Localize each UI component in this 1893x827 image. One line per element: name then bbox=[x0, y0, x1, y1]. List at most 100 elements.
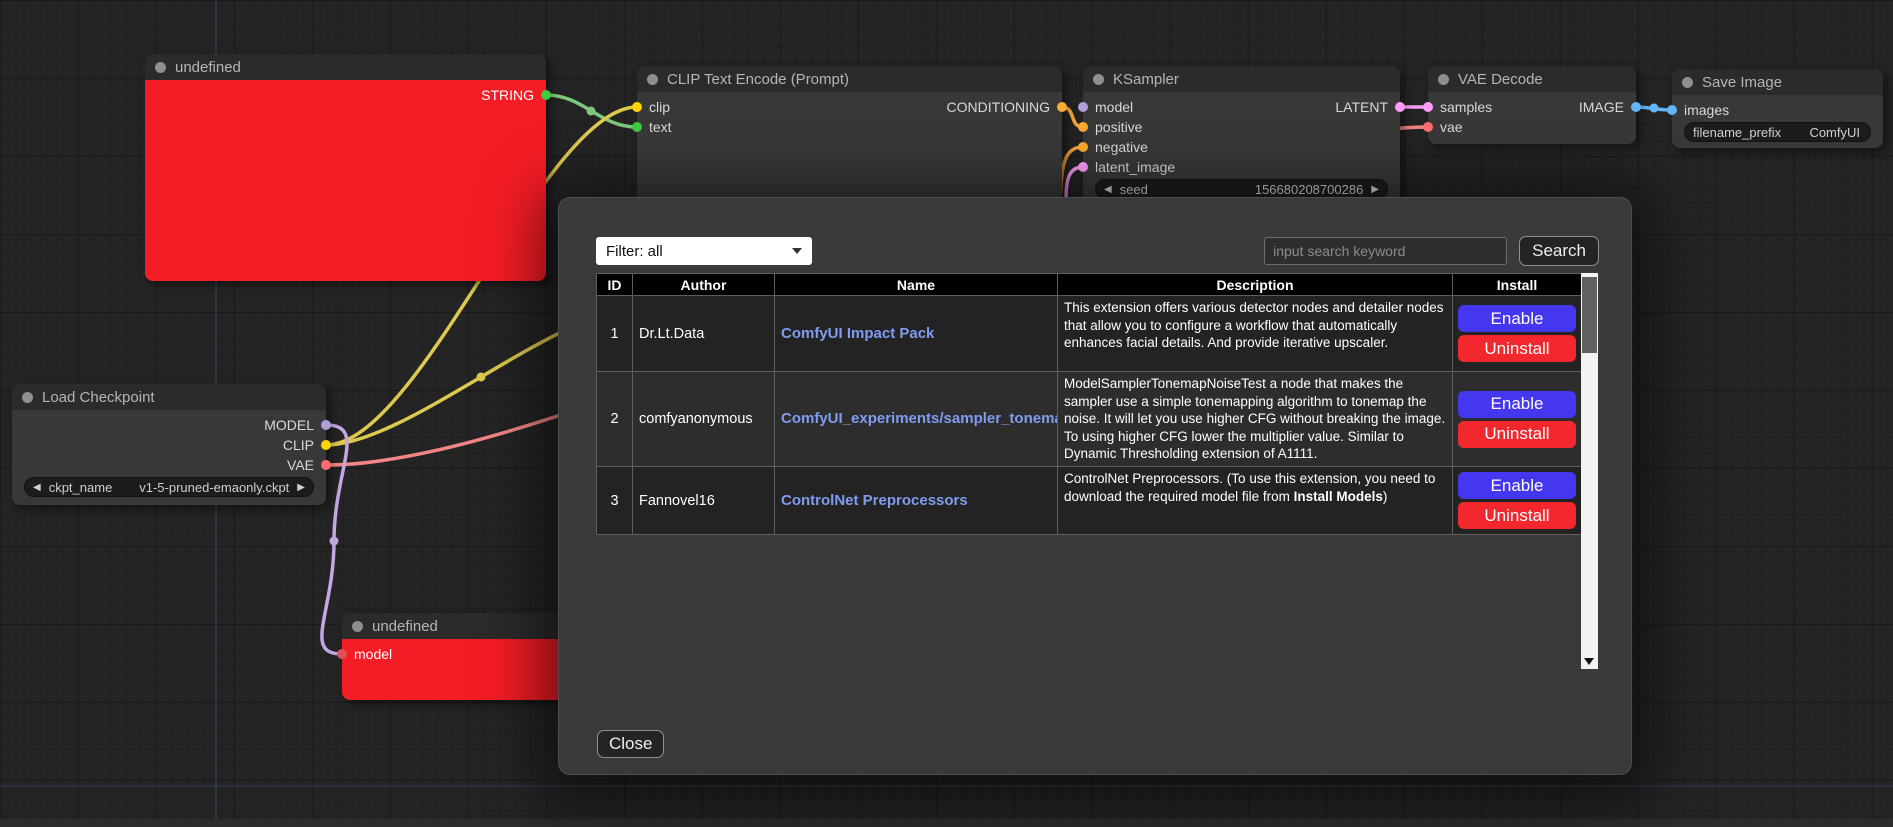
input-slot-model: model bbox=[342, 644, 392, 664]
output-dot-vae[interactable] bbox=[321, 460, 331, 470]
node-header: undefined bbox=[145, 54, 546, 80]
node-load-checkpoint-5[interactable]: Load CheckpointMODELCLIPVAE◀ckpt_namev1-… bbox=[12, 384, 326, 505]
extension-install-cell: Enable Uninstall bbox=[1453, 467, 1582, 535]
extension-install-cell: Enable Uninstall bbox=[1453, 372, 1582, 467]
widget-seed[interactable]: ◀ seed 156680208700286 ▶ bbox=[1095, 179, 1388, 199]
input-slot-negative: negative bbox=[1083, 137, 1175, 157]
extension-description-cell: ModelSamplerTonemapNoiseTest a node that… bbox=[1058, 372, 1453, 467]
column-header-id: ID bbox=[597, 274, 633, 296]
extension-id-cell: 1 bbox=[597, 296, 633, 372]
node-slots: STRING bbox=[145, 80, 546, 105]
output-label: IMAGE bbox=[1579, 99, 1624, 115]
node-collapse-dot[interactable] bbox=[647, 74, 658, 85]
filter-dropdown[interactable]: Filter: all bbox=[596, 237, 812, 265]
node-title: Save Image bbox=[1702, 74, 1782, 91]
stepper-right-arrow-icon[interactable]: ▶ bbox=[1371, 184, 1379, 195]
input-slot-clip: clip bbox=[637, 97, 672, 117]
node-inputs: model bbox=[342, 644, 392, 664]
column-header-install: Install bbox=[1453, 274, 1582, 296]
description-text: ModelSamplerTonemapNoiseTest a node that… bbox=[1064, 376, 1445, 461]
node-outputs: MODELCLIPVAE bbox=[264, 415, 326, 475]
stepper-left-arrow-icon[interactable]: ◀ bbox=[1104, 184, 1112, 195]
widget-value: v1-5-pruned-emaonly.ckpt bbox=[139, 480, 289, 495]
node-collapse-dot[interactable] bbox=[1093, 74, 1104, 85]
wire-midpoint-dot bbox=[1650, 104, 1659, 113]
node-collapse-dot[interactable] bbox=[1438, 74, 1449, 85]
uninstall-button[interactable]: Uninstall bbox=[1458, 421, 1576, 448]
stepper-right-arrow-icon[interactable]: ▶ bbox=[297, 482, 305, 493]
widget-ckpt-name[interactable]: ◀ckpt_namev1-5-pruned-emaonly.ckpt▶ bbox=[24, 477, 314, 497]
uninstall-button[interactable]: Uninstall bbox=[1458, 335, 1576, 362]
input-slot-images: images bbox=[1672, 100, 1729, 120]
uninstall-button[interactable]: Uninstall bbox=[1458, 502, 1576, 529]
extension-author-cell: comfyanonymous bbox=[633, 372, 775, 467]
scrollbar-thumb[interactable] bbox=[1582, 277, 1597, 353]
node-outputs: STRING bbox=[481, 85, 546, 105]
output-label: CONDITIONING bbox=[947, 99, 1050, 115]
widget-label: filename_prefix bbox=[1693, 125, 1781, 140]
output-label: STRING bbox=[481, 87, 534, 103]
output-slot-string: STRING bbox=[481, 85, 546, 105]
output-dot-image[interactable] bbox=[1631, 102, 1641, 112]
stepper-left-arrow-icon[interactable]: ◀ bbox=[33, 482, 41, 493]
node-widgets: ◀ seed 156680208700286 ▶ bbox=[1083, 179, 1400, 199]
input-dot-clip[interactable] bbox=[632, 102, 642, 112]
output-slot-image: IMAGE bbox=[1579, 97, 1636, 117]
table-scrollbar[interactable] bbox=[1581, 273, 1598, 669]
input-dot-positive[interactable] bbox=[1078, 122, 1088, 132]
input-dot-negative[interactable] bbox=[1078, 142, 1088, 152]
node-header: KSampler bbox=[1083, 66, 1400, 92]
node-collapse-dot[interactable] bbox=[22, 392, 33, 403]
extension-name-link[interactable]: ComfyUI Impact Pack bbox=[781, 325, 934, 342]
enable-button[interactable]: Enable bbox=[1458, 391, 1576, 418]
column-header-author: Author bbox=[633, 274, 775, 296]
output-dot-conditioning[interactable] bbox=[1057, 102, 1067, 112]
widget-label: seed bbox=[1120, 182, 1148, 197]
input-dot-model[interactable] bbox=[1078, 102, 1088, 112]
node-outputs: CONDITIONING bbox=[947, 97, 1062, 137]
input-slot-vae: vae bbox=[1428, 117, 1492, 137]
node-header: CLIP Text Encode (Prompt) bbox=[637, 66, 1062, 92]
input-dot-vae[interactable] bbox=[1423, 122, 1433, 132]
input-dot-samples[interactable] bbox=[1423, 102, 1433, 112]
extension-id-cell: 3 bbox=[597, 467, 633, 535]
node-inputs bbox=[12, 415, 22, 475]
scrollbar-down-arrow[interactable] bbox=[1584, 658, 1594, 665]
node-collapse-dot[interactable] bbox=[155, 62, 166, 73]
extension-description-cell: This extension offers various detector n… bbox=[1058, 296, 1453, 372]
node-save-image-4[interactable]: Save Image imagesfilename_prefixComfyUI bbox=[1672, 69, 1883, 148]
input-dot-latent-image[interactable] bbox=[1078, 162, 1088, 172]
input-dot-text[interactable] bbox=[632, 122, 642, 132]
node-collapse-dot[interactable] bbox=[1682, 77, 1693, 88]
node-vae-decode-3[interactable]: VAE Decode samplesvae IMAGE bbox=[1428, 66, 1636, 144]
widget-value: 156680208700286 bbox=[1255, 182, 1363, 197]
description-text: This extension offers various detector n… bbox=[1064, 300, 1443, 350]
input-dot-model[interactable] bbox=[337, 649, 347, 659]
output-label: MODEL bbox=[264, 417, 314, 433]
node-collapse-dot[interactable] bbox=[352, 621, 363, 632]
search-button[interactable]: Search bbox=[1519, 236, 1599, 266]
extension-author-cell: Fannovel16 bbox=[633, 467, 775, 535]
search-input[interactable] bbox=[1264, 237, 1507, 265]
enable-button[interactable]: Enable bbox=[1458, 472, 1576, 499]
output-dot-clip[interactable] bbox=[321, 440, 331, 450]
node-inputs: cliptext bbox=[637, 97, 672, 137]
close-button[interactable]: Close bbox=[597, 730, 664, 758]
output-dot-latent[interactable] bbox=[1395, 102, 1405, 112]
node-title: CLIP Text Encode (Prompt) bbox=[667, 71, 849, 88]
table-row: 3Fannovel16ControlNet PreprocessorsContr… bbox=[597, 467, 1582, 535]
input-label: model bbox=[354, 646, 392, 662]
enable-button[interactable]: Enable bbox=[1458, 305, 1576, 332]
node-title: VAE Decode bbox=[1458, 71, 1543, 88]
extension-name-link[interactable]: ControlNet Preprocessors bbox=[781, 492, 968, 509]
extensions-table-wrap: IDAuthorNameDescriptionInstall 1Dr.Lt.Da… bbox=[596, 273, 1598, 669]
node-undefined-0[interactable]: undefined STRING bbox=[145, 54, 546, 281]
input-slot-samples: samples bbox=[1428, 97, 1492, 117]
input-slot-model: model bbox=[1083, 97, 1175, 117]
output-dot-model[interactable] bbox=[321, 420, 331, 430]
widget-filename-prefix[interactable]: filename_prefixComfyUI bbox=[1684, 122, 1871, 142]
output-dot-string[interactable] bbox=[541, 90, 551, 100]
input-dot-images[interactable] bbox=[1667, 105, 1677, 115]
extension-name-link[interactable]: ComfyUI_experiments/sampler_tonemap bbox=[781, 410, 1058, 427]
column-header-name: Name bbox=[775, 274, 1058, 296]
